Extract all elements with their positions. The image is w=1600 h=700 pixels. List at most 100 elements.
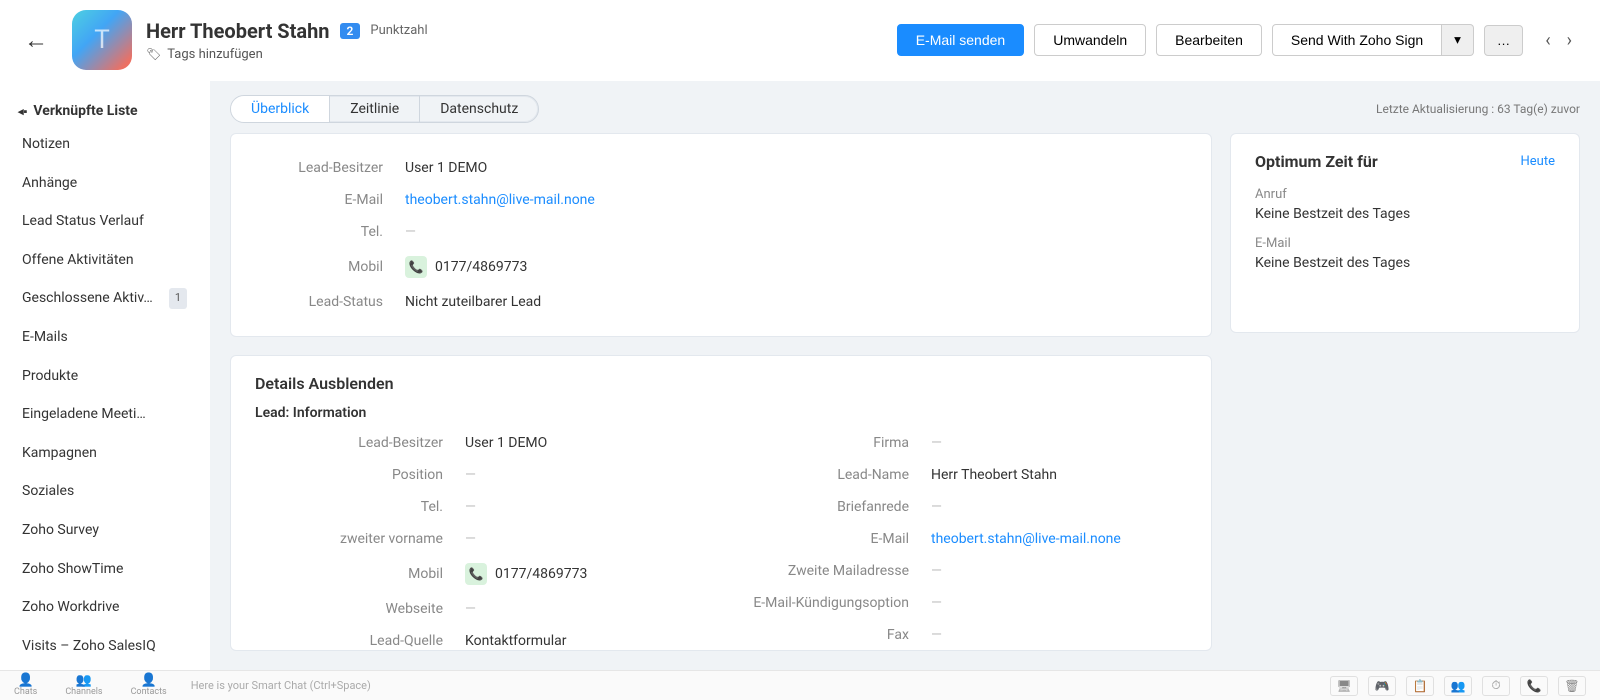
sidebar-item[interactable]: Kampagnen bbox=[8, 434, 201, 473]
detail-value: — bbox=[465, 601, 476, 617]
detail-label: Zweite Mailadresse bbox=[721, 563, 931, 579]
add-tags-button[interactable]: Tags hinzufügen bbox=[146, 47, 428, 62]
footer-tab-icon: 👥 bbox=[76, 674, 92, 687]
send-email-button[interactable]: E-Mail senden bbox=[897, 24, 1025, 56]
detail-value: — bbox=[931, 595, 942, 611]
today-link[interactable]: Heute bbox=[1521, 154, 1555, 169]
best-time-call-value: Keine Bestzeit des Tages bbox=[1255, 206, 1555, 222]
sidebar-item-label: Visits – Zoho SalesIQ bbox=[22, 633, 156, 660]
more-actions-button[interactable]: … bbox=[1484, 25, 1523, 56]
add-tags-label: Tags hinzufügen bbox=[167, 47, 263, 62]
detail-value[interactable]: theobert.stahn@live-mail.none bbox=[931, 531, 1121, 547]
sidebar-item[interactable]: Soziales bbox=[8, 472, 201, 511]
detail-label: Lead-Besitzer bbox=[255, 435, 465, 451]
sidebar-item[interactable]: Offene Aktivitäten bbox=[8, 241, 201, 280]
tray-clipboard-icon[interactable]: 📋 bbox=[1406, 676, 1434, 696]
sidebar-item[interactable]: Eingeladene Meeti… bbox=[8, 395, 201, 434]
footer-tab[interactable]: 👤Chats bbox=[14, 674, 37, 697]
footer-tab-icon: 👤 bbox=[141, 674, 157, 687]
detail-value: — bbox=[465, 531, 476, 547]
details-toggle[interactable]: Details Ausblenden bbox=[255, 374, 1187, 393]
detail-label: Lead-Quelle bbox=[255, 633, 465, 649]
lead-status-value: Nicht zuteilbarer Lead bbox=[405, 294, 541, 310]
sidebar-item[interactable]: Produkte bbox=[8, 357, 201, 396]
score-badge: 2 bbox=[340, 23, 361, 39]
sidebar-item[interactable]: Notizen bbox=[8, 125, 201, 164]
best-time-title: Optimum Zeit für bbox=[1255, 152, 1378, 171]
tag-icon bbox=[146, 47, 161, 62]
lead-status-label: Lead-Status bbox=[255, 294, 405, 310]
detail-label: Firma bbox=[721, 435, 931, 451]
sidebar-item-label: Soziales bbox=[22, 478, 74, 505]
back-arrow-icon[interactable]: ← bbox=[24, 26, 48, 55]
detail-label: Fax bbox=[721, 627, 931, 643]
score-label: Punktzahl bbox=[370, 23, 427, 38]
zoho-sign-button[interactable]: Send With Zoho Sign bbox=[1272, 24, 1442, 56]
footer-tab[interactable]: 👤Contacts bbox=[131, 674, 167, 697]
footer-tab-label: Channels bbox=[65, 688, 102, 697]
last-updated-label: Letzte Aktualisierung : 63 Tag(e) zuvor bbox=[1376, 102, 1580, 116]
tray-monitor-icon[interactable]: 🖥 bbox=[1330, 676, 1358, 696]
avatar: T bbox=[72, 10, 132, 70]
mobile-label: Mobil bbox=[255, 259, 405, 275]
sidebar-item-label: Kampagnen bbox=[22, 440, 97, 467]
summary-card: Lead-BesitzerUser 1 DEMO E-Mailtheobert.… bbox=[230, 133, 1212, 337]
detail-label: Mobil bbox=[255, 566, 465, 582]
prev-record-icon[interactable]: ‹ bbox=[1541, 26, 1554, 55]
tab-overview[interactable]: Überblick bbox=[231, 96, 330, 122]
detail-label: E-Mail bbox=[721, 531, 931, 547]
owner-label: Lead-Besitzer bbox=[255, 160, 405, 176]
best-time-email-label: E-Mail bbox=[1255, 236, 1555, 251]
zoho-sign-dropdown[interactable]: ▾ bbox=[1442, 24, 1474, 56]
edit-button[interactable]: Bearbeiten bbox=[1156, 24, 1262, 56]
next-record-icon[interactable]: › bbox=[1563, 26, 1576, 55]
sidebar-item[interactable]: Lead Status Verlauf bbox=[8, 202, 201, 241]
sidebar-item-label: Anhänge bbox=[22, 170, 77, 197]
related-list-sidebar: ◂▪ Verknüpfte Liste Notizen Anhänge Lead S… bbox=[0, 81, 210, 671]
detail-label: Webseite bbox=[255, 601, 465, 617]
sidebar-item[interactable]: Visits – Zoho SalesIQ bbox=[8, 627, 201, 666]
sidebar-item[interactable]: Anhänge bbox=[8, 164, 201, 203]
tray-clock-icon[interactable]: ⏱ bbox=[1482, 676, 1510, 696]
tray-people-icon[interactable]: 👥 bbox=[1444, 676, 1472, 696]
tab-timeline[interactable]: Zeitlinie bbox=[330, 96, 420, 122]
sidebar-item-label: E-Mails bbox=[22, 324, 68, 351]
title-block: Herr Theobert Stahn 2 Punktzahl Tags hin… bbox=[146, 19, 428, 62]
sidebar-heading-label: Verknüpfte Liste bbox=[33, 103, 137, 119]
detail-value: — bbox=[931, 499, 942, 515]
detail-label: Position bbox=[255, 467, 465, 483]
owner-value: User 1 DEMO bbox=[405, 160, 487, 176]
detail-value: Kontaktformular bbox=[465, 633, 567, 649]
sidebar-item[interactable]: Zoho ShowTime bbox=[8, 550, 201, 589]
detail-label: Tel. bbox=[255, 499, 465, 515]
tray-phone-icon[interactable]: 📞 bbox=[1520, 676, 1548, 696]
sidebar-item[interactable]: Geschlossene Aktiv…1 bbox=[8, 279, 201, 318]
sidebar-item-label: Zoho Workdrive bbox=[22, 594, 119, 621]
tray-trash-icon[interactable]: 🗑 bbox=[1558, 676, 1586, 696]
sidebar-item-label: Eingeladene Meeti… bbox=[22, 401, 146, 428]
tray-gamepad-icon[interactable]: 🎮 bbox=[1368, 676, 1396, 696]
phone-icon[interactable]: 📞 bbox=[465, 563, 487, 585]
email-value[interactable]: theobert.stahn@live-mail.none bbox=[405, 192, 595, 208]
smart-chat-placeholder[interactable]: Here is your Smart Chat (Ctrl+Space) bbox=[191, 679, 371, 692]
collapse-icon[interactable]: ◂▪ bbox=[18, 105, 27, 118]
sidebar-item[interactable]: Zoho Workdrive bbox=[8, 588, 201, 627]
sidebar-item[interactable]: Zoho Survey bbox=[8, 511, 201, 550]
related-list-heading[interactable]: ◂▪ Verknüpfte Liste bbox=[8, 97, 201, 125]
phone-icon[interactable]: 📞 bbox=[405, 256, 427, 278]
footer-tab-icon: 👤 bbox=[18, 674, 34, 687]
footer-bar: 👤Chats👥Channels👤Contacts Here is your Sm… bbox=[0, 670, 1600, 700]
footer-tab[interactable]: 👥Channels bbox=[65, 674, 102, 697]
convert-button[interactable]: Umwandeln bbox=[1034, 24, 1146, 56]
best-time-call-label: Anruf bbox=[1255, 187, 1555, 202]
details-section-title: Lead: Information bbox=[255, 405, 1187, 421]
detail-label: zweiter vorname bbox=[255, 531, 465, 547]
tab-privacy[interactable]: Datenschutz bbox=[420, 96, 538, 122]
footer-tab-label: Contacts bbox=[131, 688, 167, 697]
footer-tray: 🖥 🎮 📋 👥 ⏱ 📞 🗑 bbox=[1330, 676, 1586, 696]
tel-value: — bbox=[405, 224, 416, 240]
sidebar-item-label: Zoho Survey bbox=[22, 517, 99, 544]
detail-value: Herr Theobert Stahn bbox=[931, 467, 1057, 483]
footer-tab-label: Chats bbox=[14, 688, 37, 697]
sidebar-item[interactable]: E-Mails bbox=[8, 318, 201, 357]
